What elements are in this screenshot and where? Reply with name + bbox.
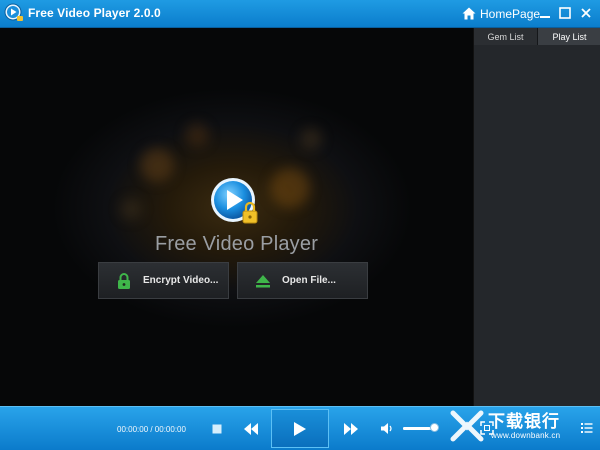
time-display: 00:00:00 / 00:00:00 <box>117 425 186 434</box>
watermark-logo-icon <box>450 410 484 442</box>
open-file-label: Open File... <box>282 275 336 286</box>
watermark: 下载银行 www.downbank.cn <box>440 404 600 449</box>
speaker-icon[interactable] <box>380 422 394 435</box>
minimize-button[interactable] <box>538 6 552 20</box>
tab-play-list[interactable]: Play List <box>538 28 600 45</box>
bokeh-light <box>120 198 142 220</box>
brand-text: Free Video Player <box>154 233 319 255</box>
encrypt-video-button[interactable]: Encrypt Video... <box>98 262 229 299</box>
homepage-label: HomePage <box>480 6 541 21</box>
lock-icon <box>118 272 130 289</box>
play-icon <box>294 421 306 436</box>
close-button[interactable] <box>579 6 593 20</box>
window-title: Free Video Player 2.0.0 <box>28 6 161 20</box>
homepage-button[interactable]: HomePage <box>462 5 540 22</box>
previous-button[interactable] <box>244 423 258 435</box>
play-button[interactable] <box>271 409 329 448</box>
open-file-button[interactable]: Open File... <box>237 262 368 299</box>
bokeh-light <box>185 123 209 147</box>
watermark-text: 下载银行 <box>488 412 560 432</box>
tab-gem-list[interactable]: Gem List <box>474 28 538 45</box>
video-area[interactable]: Free Video Player Encrypt Video... Open … <box>0 28 473 406</box>
title-bar: Free Video Player 2.0.0 HomePage <box>0 0 600 28</box>
home-icon <box>462 7 476 20</box>
player-icon <box>4 3 23 21</box>
encrypt-video-label: Encrypt Video... <box>143 275 219 286</box>
bokeh-light <box>300 128 322 150</box>
next-button[interactable] <box>344 423 358 435</box>
volume-fill <box>403 427 431 430</box>
watermark-url: www.downbank.cn <box>491 431 561 440</box>
volume-handle[interactable] <box>430 423 439 432</box>
bokeh-light <box>140 148 174 182</box>
panel-tabs: Gem List Play List <box>474 28 600 45</box>
maximize-button[interactable] <box>558 6 572 20</box>
playlist-panel: Gem List Play List <box>473 28 600 406</box>
stop-button[interactable] <box>212 424 222 434</box>
bokeh-light <box>270 168 310 208</box>
eject-icon <box>256 274 270 287</box>
player-logo-icon <box>211 178 258 224</box>
